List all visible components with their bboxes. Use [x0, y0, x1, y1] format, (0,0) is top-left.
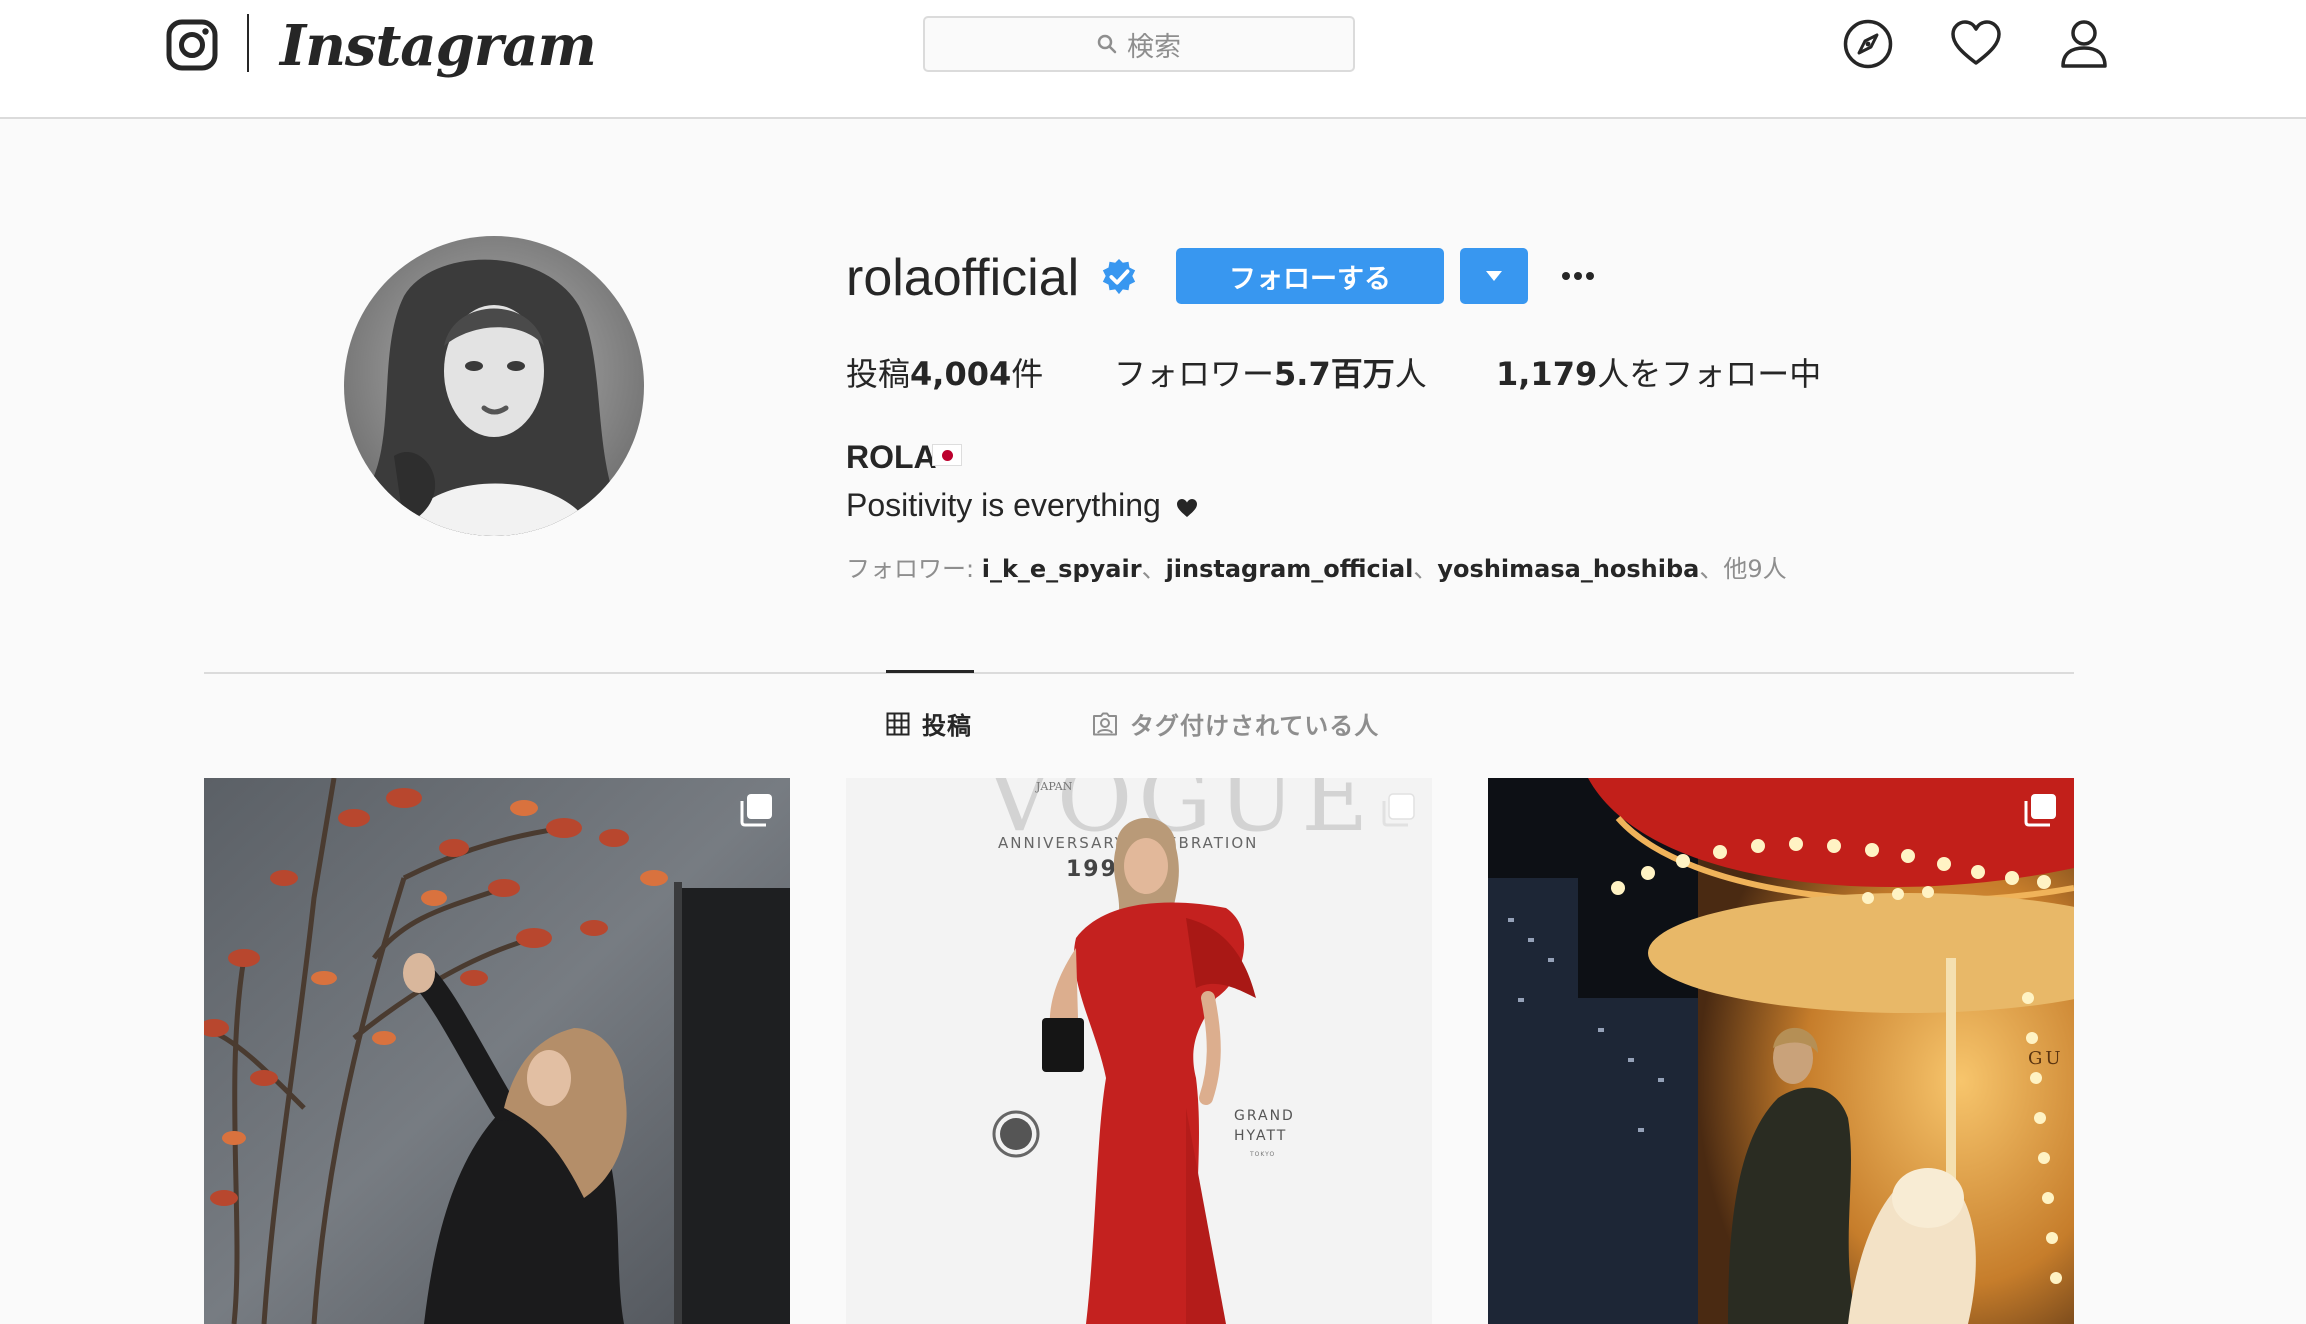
separator: 、: [1413, 555, 1438, 583]
tab-posts-label: 投稿: [922, 712, 972, 740]
followers-label: フォロワー: [1114, 355, 1275, 393]
posts-suffix: 件: [1011, 355, 1044, 393]
profile-full-name: ROLA: [846, 439, 937, 475]
follow-button[interactable]: フォローする: [1176, 248, 1444, 304]
hotel-text-1: GRAND: [1234, 1108, 1295, 1124]
activity-heart-icon[interactable]: [1950, 18, 2002, 70]
carousel-multiple-icon: [740, 794, 772, 827]
posts-count-stat: 投稿4,004件: [846, 348, 1043, 400]
more-dots-icon: [1562, 272, 1594, 280]
post-thumbnail[interactable]: VOGUE JAPAN ANNIVERSARY CELEBRATION 1999…: [846, 778, 1432, 1324]
follower-name[interactable]: yoshimasa_hoshiba: [1437, 555, 1699, 583]
followed-by-list[interactable]: フォロワー: i_k_e_spyair、jinstagram_official、…: [846, 552, 1787, 586]
instagram-wordmark[interactable]: Instagram: [280, 6, 597, 86]
top-navigation-bar: Instagram 検索: [0, 0, 2306, 119]
profile-bio: Positivity is everything: [846, 482, 1198, 528]
posts-count: 4,004: [910, 355, 1012, 393]
following-stat[interactable]: 1,179人をフォロー中: [1496, 348, 1821, 400]
japan-flag-icon: [932, 444, 962, 466]
logo-divider: [247, 14, 249, 72]
carousel-multiple-icon: [1382, 793, 1415, 827]
followed-by-prefix: フォロワー:: [846, 555, 982, 583]
hotel-text-3: TOKYO: [1249, 1151, 1275, 1158]
search-placeholder: 検索: [1127, 31, 1181, 63]
followers-suffix: 人: [1394, 355, 1427, 393]
followed-by-others: 他9人: [1723, 555, 1787, 583]
instagram-logo-icon[interactable]: [166, 19, 218, 71]
caret-down-icon: [1486, 271, 1502, 281]
profile-username: rolaofficial: [846, 249, 1080, 307]
hotel-text-2: HYATT: [1234, 1128, 1287, 1144]
profile-user-icon[interactable]: [2058, 18, 2110, 70]
tab-tagged-label: タグ付けされている人: [1130, 712, 1380, 740]
black-heart-icon: [1176, 498, 1197, 517]
followers-stat[interactable]: フォロワー5.7百万人: [1114, 348, 1427, 400]
active-tab-indicator: [886, 670, 974, 673]
tab-divider: [204, 672, 2074, 674]
gucci-sign-text: GU: [2028, 1048, 2064, 1069]
post-thumbnail[interactable]: [204, 778, 790, 1324]
followers-count: 5.7百万: [1274, 355, 1395, 393]
verified-badge-icon: [1102, 258, 1136, 295]
search-input[interactable]: 検索: [923, 16, 1355, 72]
suggestions-dropdown-button[interactable]: [1460, 248, 1528, 304]
tagged-person-icon: [1093, 712, 1117, 735]
following-count: 1,179: [1496, 355, 1598, 393]
profile-avatar[interactable]: [344, 236, 644, 536]
follower-name[interactable]: jinstagram_official: [1166, 555, 1414, 583]
separator: 、: [1699, 555, 1724, 583]
following-label: 人をフォロー中: [1597, 355, 1822, 393]
post-thumbnail[interactable]: GU: [1488, 778, 2074, 1324]
grid-icon: [886, 712, 910, 735]
tab-tagged[interactable]: タグ付けされている人: [1092, 706, 1379, 741]
vogue-japan-text: JAPAN: [1035, 780, 1073, 793]
tab-posts[interactable]: 投稿: [886, 706, 972, 741]
posts-label: 投稿: [846, 355, 911, 393]
follower-name[interactable]: i_k_e_spyair: [982, 555, 1142, 583]
search-icon: [1097, 34, 1117, 54]
carousel-multiple-icon: [2024, 794, 2056, 827]
bio-text: Positivity is everything: [846, 487, 1161, 523]
separator: 、: [1141, 555, 1166, 583]
explore-compass-icon[interactable]: [1842, 18, 1894, 70]
more-options-button[interactable]: [1556, 254, 1600, 298]
